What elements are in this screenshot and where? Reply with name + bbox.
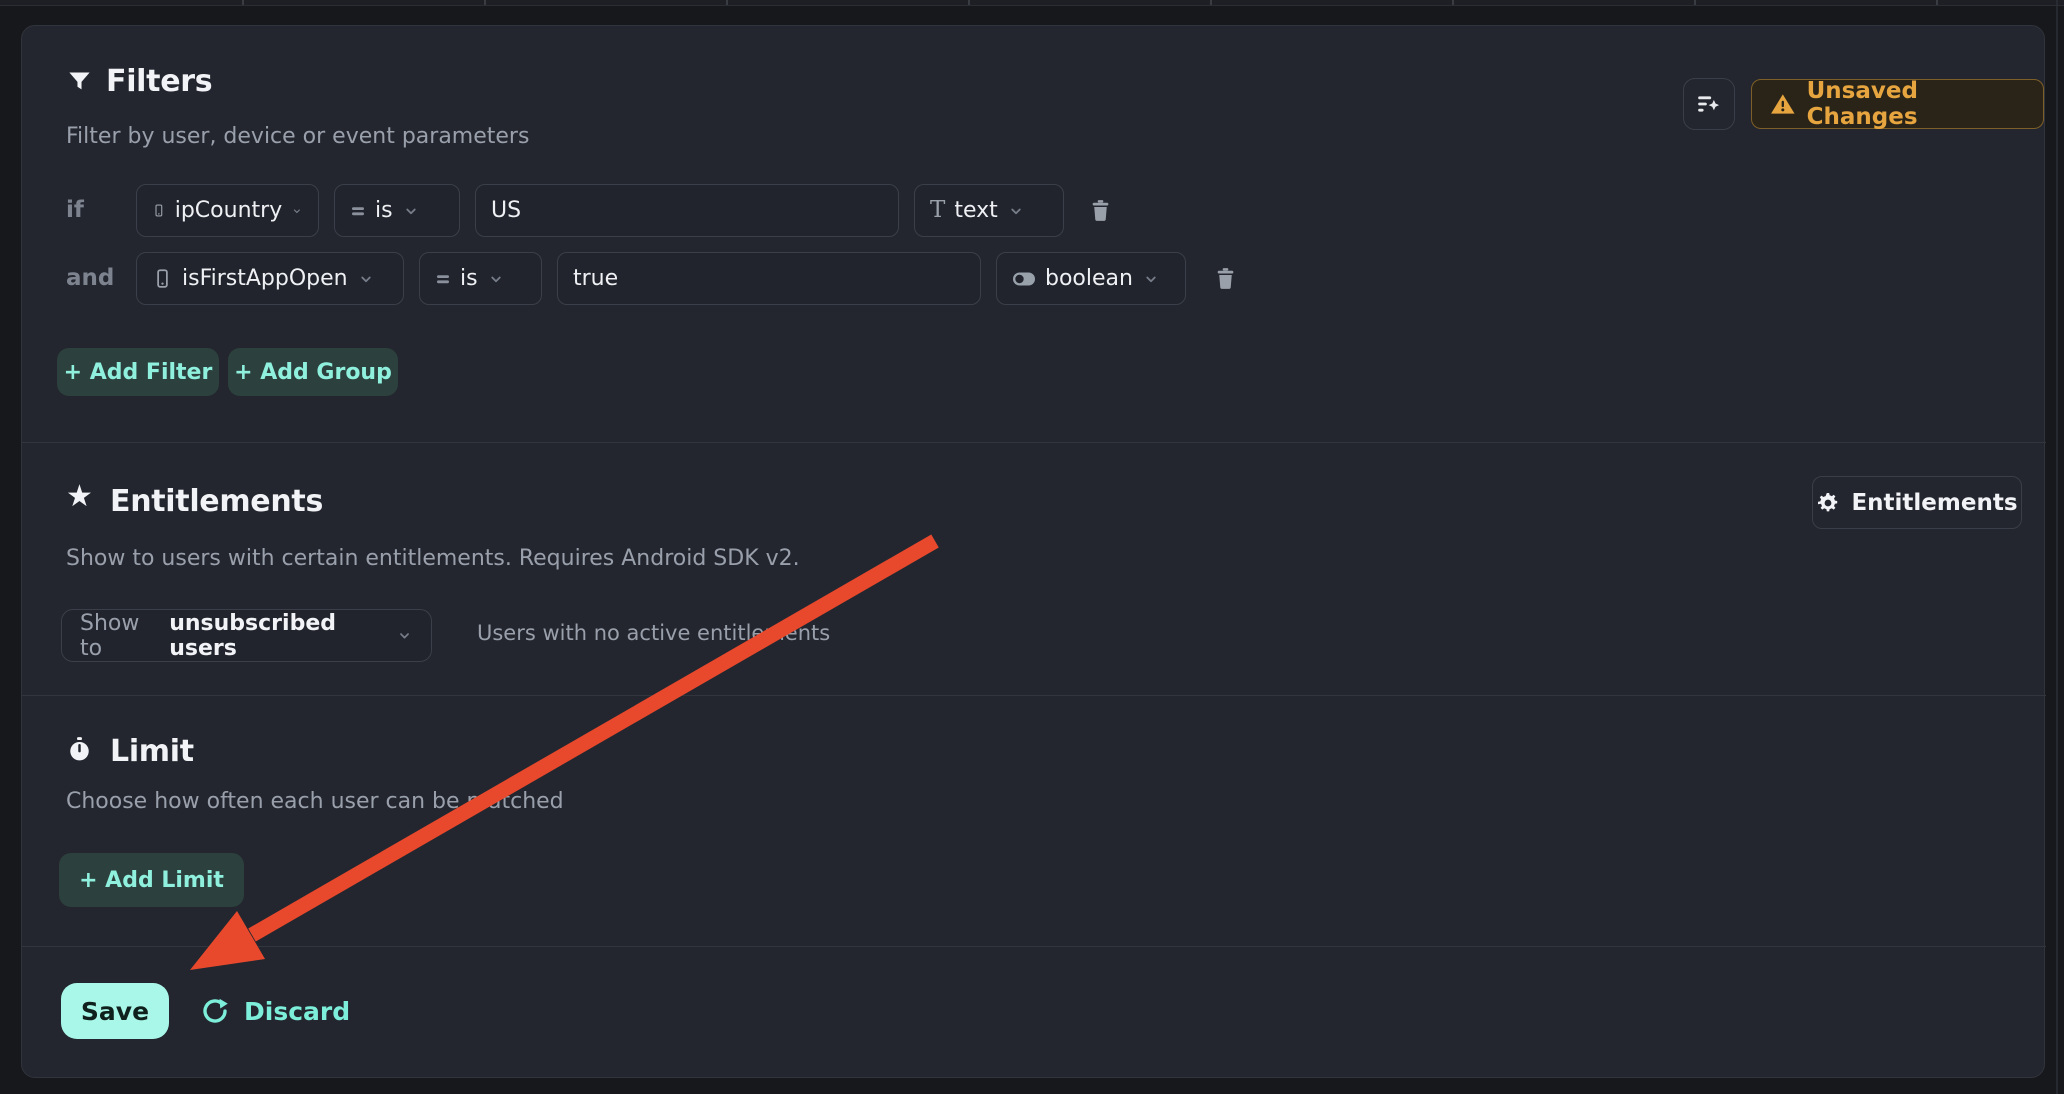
show-to-dropdown[interactable]: Show to unsubscribed users [61, 609, 432, 662]
limit-section-subtitle: Choose how often each user can be matche… [66, 789, 564, 814]
filter-value-input[interactable] [491, 198, 883, 223]
add-filter-button[interactable]: + Add Filter [57, 348, 219, 396]
chevron-down-icon [1142, 270, 1160, 288]
equals-icon [435, 271, 451, 287]
entitlements-section-title: Entitlements [110, 484, 323, 519]
operator-dropdown[interactable]: is [419, 252, 542, 305]
chevron-down-icon [291, 202, 303, 220]
value-input-wrap [557, 252, 981, 305]
entitlements-button-label: Entitlements [1851, 490, 2017, 516]
smartphone-icon [152, 200, 166, 221]
delete-filter-button[interactable] [1082, 184, 1118, 237]
star-icon: ★ [66, 479, 93, 514]
parameter-value: ipCountry [175, 198, 282, 223]
type-dropdown[interactable]: boolean [996, 252, 1186, 305]
operator-value: is [460, 266, 478, 291]
top-edge-tick [1694, 0, 1696, 5]
top-edge-tick [1210, 0, 1212, 5]
gear-icon [1816, 491, 1840, 515]
refresh-icon [200, 996, 230, 1026]
operator-value: is [375, 198, 393, 223]
chevron-down-icon [396, 626, 413, 645]
trash-icon [1088, 198, 1113, 223]
top-edge-strip [0, 0, 2064, 6]
smartphone-icon [152, 268, 173, 289]
add-limit-button[interactable]: + Add Limit [59, 853, 244, 907]
trash-icon [1213, 266, 1238, 291]
screen: Filters Filter by user, device or event … [0, 0, 2064, 1094]
text-type-icon: T [930, 199, 945, 222]
parameter-dropdown[interactable]: ipCountry [136, 184, 319, 237]
stopwatch-icon [66, 736, 93, 763]
parameter-value: isFirstAppOpen [182, 266, 348, 291]
type-value: text [954, 198, 997, 223]
scrollbar-track[interactable] [2056, 0, 2058, 1094]
type-dropdown[interactable]: T text [914, 184, 1064, 237]
add-group-button[interactable]: + Add Group [228, 348, 398, 396]
discard-label: Discard [244, 997, 350, 1026]
filters-section-subtitle: Filter by user, device or event paramete… [66, 124, 529, 149]
entitlements-settings-button[interactable]: Entitlements [1812, 476, 2022, 529]
chevron-down-icon [1007, 202, 1025, 220]
top-edge-tick [242, 0, 244, 5]
conjunction-label: and [66, 252, 114, 305]
warning-triangle-icon [1770, 91, 1796, 118]
chevron-down-icon [357, 270, 375, 288]
section-divider [22, 946, 2046, 947]
entitlements-section-subtitle: Show to users with certain entitlements.… [66, 546, 800, 571]
filter-row: if ipCountry is T text [22, 184, 2046, 237]
show-to-label: Show to [80, 611, 159, 661]
top-edge-tick [726, 0, 728, 5]
unsaved-changes-badge: Unsaved Changes [1751, 79, 2044, 129]
parameter-dropdown[interactable]: isFirstAppOpen [136, 252, 404, 305]
top-edge-tick [1936, 0, 1938, 5]
toggle-icon [1012, 271, 1036, 287]
equals-icon [350, 203, 366, 219]
top-edge-tick [1452, 0, 1454, 5]
funnel-icon [66, 68, 93, 95]
show-to-value: unsubscribed users [169, 611, 386, 661]
filter-value-input[interactable] [573, 266, 965, 291]
value-input-wrap [475, 184, 899, 237]
top-edge-tick [484, 0, 486, 5]
discard-button[interactable]: Discard [200, 989, 350, 1033]
unsaved-changes-label: Unsaved Changes [1807, 78, 2025, 130]
chevron-down-icon [487, 270, 505, 288]
show-to-hint: Users with no active entitlements [477, 621, 830, 645]
section-divider [22, 695, 2046, 696]
conjunction-label: if [66, 184, 84, 237]
limit-section-title: Limit [110, 734, 194, 769]
audience-settings-panel: Filters Filter by user, device or event … [21, 25, 2045, 1078]
section-divider [22, 442, 2046, 443]
top-edge-tick [968, 0, 970, 5]
operator-dropdown[interactable]: is [334, 184, 460, 237]
filter-tools-button[interactable] [1683, 78, 1735, 130]
filter-sparkle-icon [1696, 91, 1722, 117]
type-value: boolean [1045, 266, 1133, 291]
chevron-down-icon [402, 202, 420, 220]
top-edge-divider [0, 5, 2064, 6]
filter-row: and isFirstAppOpen is boolean [22, 252, 2046, 305]
delete-filter-button[interactable] [1207, 252, 1243, 305]
filters-section-title: Filters [106, 64, 212, 99]
save-button[interactable]: Save [61, 983, 169, 1039]
